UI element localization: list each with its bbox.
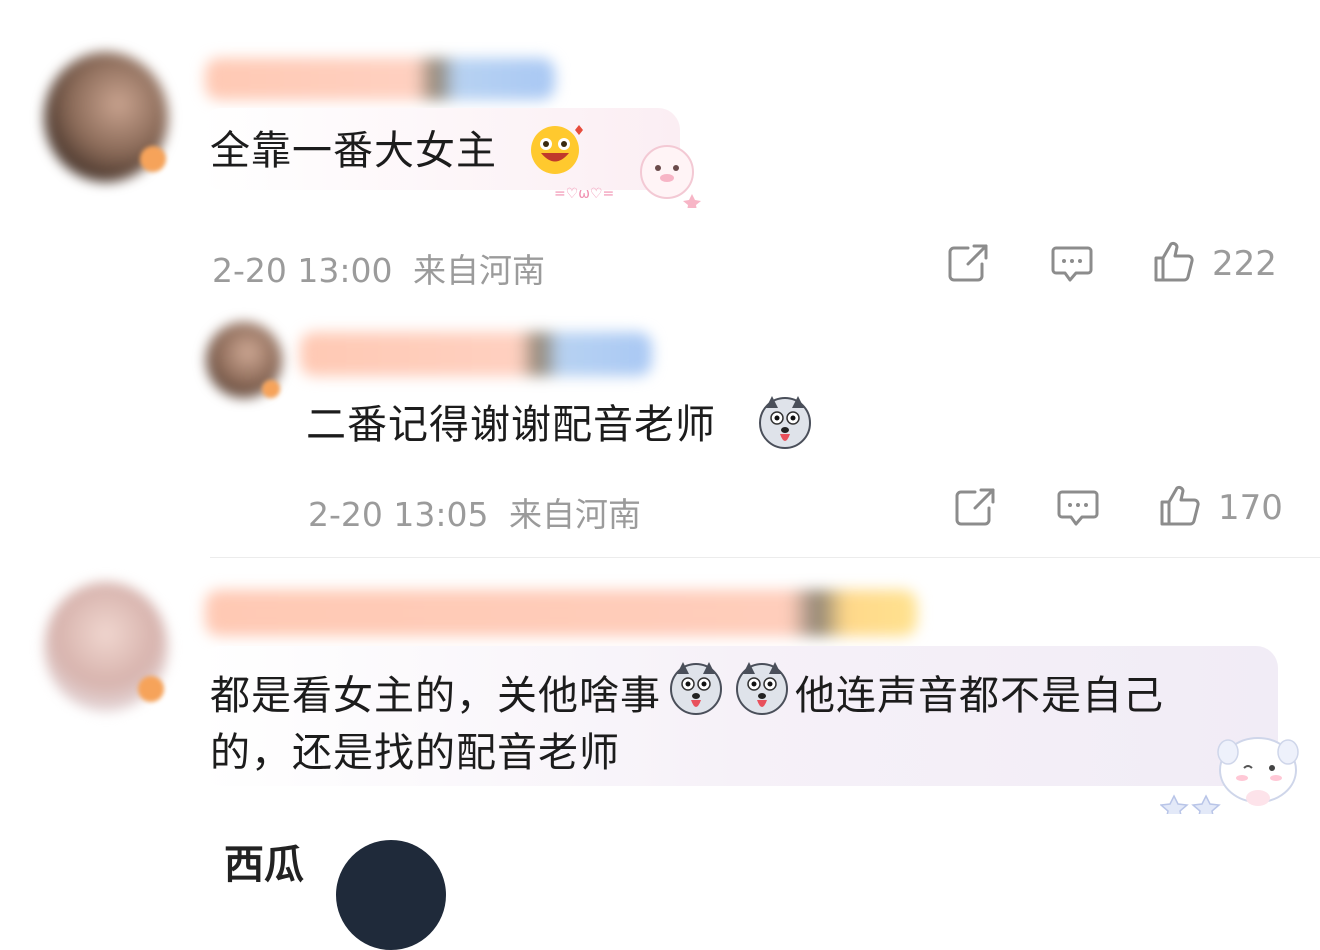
avatar-badge: [262, 380, 280, 398]
comment-meta: 2-20 13:00 来自河南: [212, 244, 545, 292]
like-icon: [1158, 484, 1202, 532]
comment-text-part1: 都是看女主的，关他啥事: [210, 673, 661, 719]
like-button[interactable]: 222: [1152, 240, 1277, 288]
username[interactable]: [205, 590, 917, 636]
like-button[interactable]: 170: [1158, 484, 1283, 532]
avatar[interactable]: [336, 840, 446, 950]
like-count: 222: [1212, 244, 1277, 284]
husky-emoji-icon: [733, 660, 791, 732]
comment-location: 来自河南: [413, 251, 545, 290]
comment-text: 全靠一番大女主: [210, 128, 497, 174]
share-icon[interactable]: [953, 486, 997, 532]
username[interactable]: [205, 58, 555, 100]
comment-icon[interactable]: [1050, 244, 1094, 288]
avatar-badge: [140, 146, 166, 172]
next-comment-username[interactable]: 西瓜: [224, 832, 304, 890]
comment-text-line2: 的，还是找的配音老师: [210, 730, 620, 776]
comment-text-line1: 都是看女主的，关他啥事 他连声音都不是自己: [210, 660, 1164, 732]
husky-emoji-icon: [756, 394, 814, 456]
reply-text: 二番记得谢谢配音老师: [306, 402, 716, 448]
divider: [210, 557, 1320, 558]
reply-meta: 2-20 13:05 来自河南: [308, 488, 641, 536]
share-icon[interactable]: [946, 242, 990, 288]
comment-time: 2-20 13:00: [212, 251, 393, 290]
avatar-badge: [138, 676, 164, 702]
like-icon: [1152, 240, 1196, 288]
sticker-decoration-icon: =♡ω♡=: [552, 142, 702, 212]
reply-time: 2-20 13:05: [308, 495, 489, 534]
svg-text:=♡ω♡=: =♡ω♡=: [554, 186, 614, 202]
like-count: 170: [1218, 488, 1283, 528]
puppy-sticker-icon: [1159, 730, 1300, 822]
comment-text-part2: 他连声音都不是自己: [795, 673, 1164, 719]
husky-emoji-icon: [667, 660, 725, 732]
comment-icon[interactable]: [1056, 488, 1100, 532]
username[interactable]: [300, 332, 652, 376]
reply-location: 来自河南: [509, 495, 641, 534]
